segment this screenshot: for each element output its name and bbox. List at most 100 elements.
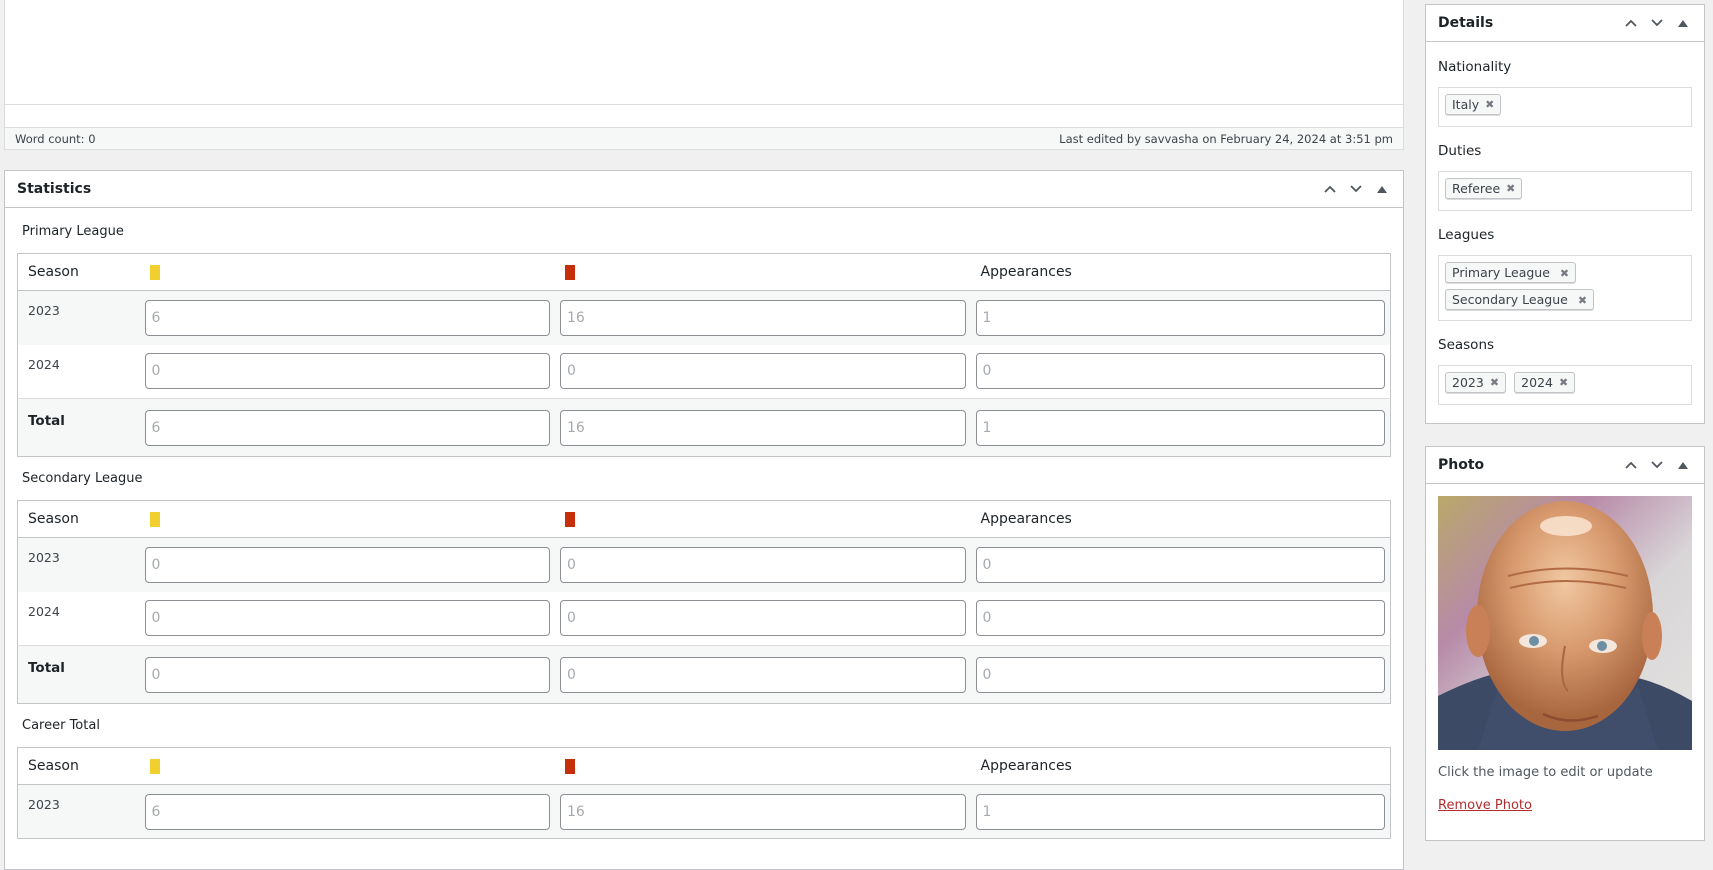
statistics-header: Statistics — [5, 171, 1403, 208]
appearances-input[interactable] — [975, 793, 1385, 830]
yellow-card-icon — [149, 758, 160, 774]
move-up-button[interactable] — [1618, 452, 1644, 478]
table-row: 2024 — [18, 345, 1391, 399]
red-card-column-header — [555, 747, 971, 785]
table-row: 2023 — [17, 290, 1391, 345]
move-down-button[interactable] — [1644, 10, 1670, 36]
chip-remove-icon[interactable]: ✖ — [1559, 376, 1568, 389]
yellow-cards-total-input[interactable] — [144, 656, 550, 693]
photo-hint: Click the image to edit or update — [1438, 765, 1653, 780]
red-card-column-header — [555, 253, 971, 291]
toggle-panel-button[interactable] — [1670, 10, 1696, 36]
statistics-body: Primary League Season Appearances 2023 6… — [5, 208, 1403, 839]
leagues-select[interactable]: Primary League ✖ Secondary League ✖ — [1438, 255, 1692, 321]
word-count: Word count: 0 — [15, 131, 96, 146]
appearances-total-input[interactable] — [975, 656, 1385, 693]
nationality-select[interactable]: Italy ✖ — [1438, 87, 1692, 127]
table-header-row: Season Appearances — [17, 500, 1391, 538]
red-cards-input[interactable] — [560, 600, 966, 637]
chevron-up-icon — [1625, 19, 1637, 27]
chip-remove-icon[interactable]: ✖ — [1506, 182, 1515, 195]
details-handle-actions — [1618, 10, 1704, 36]
seasons-select[interactable]: 2023 ✖ 2024 ✖ — [1438, 365, 1692, 405]
red-cards-total-input[interactable] — [560, 656, 966, 693]
red-cards-total-input[interactable] — [560, 409, 966, 446]
photo-handle-actions — [1618, 452, 1704, 478]
statistics-metabox: Statistics Primary League Season Appeara… — [4, 170, 1404, 870]
duties-select[interactable]: Referee ✖ — [1438, 171, 1692, 211]
season-cell: 2023 — [17, 784, 140, 839]
appearances-input[interactable] — [975, 546, 1385, 583]
chip-label: 2023 — [1452, 375, 1484, 390]
yellow-cards-total-input[interactable] — [144, 409, 550, 446]
move-down-button[interactable] — [1343, 176, 1369, 202]
chip-remove-icon[interactable]: ✖ — [1578, 294, 1587, 307]
collapse-triangle-icon — [1678, 461, 1688, 469]
portrait-image — [1438, 496, 1692, 750]
chevron-up-icon — [1324, 185, 1336, 193]
season-chip: 2023 ✖ — [1445, 372, 1507, 393]
yellow-cards-input[interactable] — [144, 546, 550, 583]
remove-photo-link[interactable]: Remove Photo — [1438, 798, 1532, 813]
chip-remove-icon[interactable]: ✖ — [1490, 376, 1499, 389]
move-down-button[interactable] — [1644, 452, 1670, 478]
move-up-button[interactable] — [1317, 176, 1343, 202]
yellow-card-icon — [149, 264, 160, 280]
appearances-column-header: Appearances — [970, 500, 1391, 538]
season-cell: 2023 — [17, 537, 140, 592]
chip-label: Primary League — [1452, 265, 1550, 280]
red-card-icon — [565, 511, 575, 527]
photo-header: Photo — [1426, 447, 1704, 484]
total-label: Total — [17, 398, 140, 457]
yellow-cards-input[interactable] — [144, 600, 550, 637]
season-column-header: Season — [17, 253, 140, 291]
details-metabox: Details Nationality Italy ✖ Duties Refer… — [1425, 4, 1705, 424]
total-row: Total — [17, 645, 1391, 704]
table-header-row: Season Appearances — [17, 253, 1391, 291]
league-stats-table: Season Appearances 2023 2024 — [17, 253, 1391, 457]
table-row: 2023 — [17, 784, 1391, 839]
chevron-up-icon — [1625, 461, 1637, 469]
league-title: Career Total — [22, 718, 100, 733]
season-cell: 2024 — [28, 603, 60, 619]
appearances-input[interactable] — [975, 600, 1385, 637]
red-cards-input[interactable] — [560, 299, 966, 336]
chip-remove-icon[interactable]: ✖ — [1485, 98, 1494, 111]
appearances-input[interactable] — [975, 353, 1385, 390]
appearances-total-input[interactable] — [975, 409, 1385, 446]
seasons-label: Seasons — [1438, 337, 1495, 353]
table-row: 2023 — [17, 537, 1391, 592]
collapse-triangle-icon — [1678, 19, 1688, 27]
table-header-row: Season Appearances — [17, 747, 1391, 785]
editor-body[interactable] — [5, 0, 1403, 105]
career-stats-table: Season Appearances 2023 — [17, 747, 1391, 839]
toggle-panel-button[interactable] — [1369, 176, 1395, 202]
chevron-down-icon — [1350, 185, 1362, 193]
nationality-label: Nationality — [1438, 59, 1512, 75]
red-cards-input[interactable] — [560, 546, 966, 583]
red-card-icon — [565, 264, 575, 280]
yellow-cards-input[interactable] — [144, 353, 550, 390]
season-column-header: Season — [17, 500, 140, 538]
photo-title: Photo — [1438, 457, 1485, 473]
chevron-down-icon — [1651, 19, 1663, 27]
total-row: Total — [17, 398, 1391, 457]
appearances-input[interactable] — [975, 299, 1385, 336]
season-column-header: Season — [17, 747, 140, 785]
referee-photo[interactable] — [1438, 496, 1692, 750]
red-cards-input[interactable] — [560, 793, 966, 830]
red-cards-input[interactable] — [560, 353, 966, 390]
chip-label: Italy — [1452, 97, 1480, 112]
toggle-panel-button[interactable] — [1670, 452, 1696, 478]
chip-label: Referee — [1452, 181, 1501, 196]
yellow-cards-input[interactable] — [144, 299, 550, 336]
league-stats-table: Season Appearances 2023 2024 — [17, 500, 1391, 704]
nationality-chip: Italy ✖ — [1445, 94, 1502, 115]
last-edited: Last edited by savvasha on February 24, … — [1059, 131, 1393, 146]
collapse-triangle-icon — [1377, 185, 1387, 193]
yellow-cards-input[interactable] — [144, 793, 550, 830]
league-chip: Secondary League ✖ — [1445, 289, 1595, 310]
move-up-button[interactable] — [1618, 10, 1644, 36]
yellow-card-column-header — [139, 500, 555, 538]
chip-remove-icon[interactable]: ✖ — [1560, 267, 1569, 280]
